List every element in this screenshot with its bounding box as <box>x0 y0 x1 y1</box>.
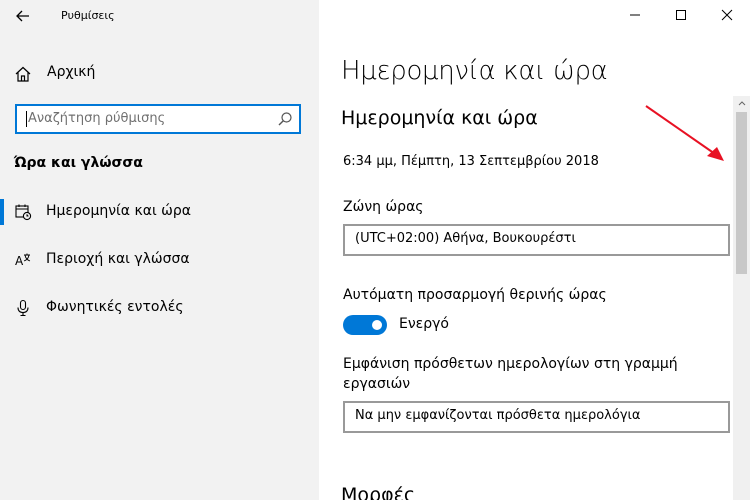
sidebar-section-title: Ώρα και γλώσσα <box>14 155 143 171</box>
sidebar-item-label: Περιοχή και γλώσσα <box>46 251 190 267</box>
toggle-knob <box>372 320 382 330</box>
back-arrow-icon <box>16 10 29 22</box>
sidebar-item-region-language[interactable]: A Περιοχή και γλώσσα <box>0 243 319 277</box>
sidebar-item-date-time[interactable]: Ημερομηνία και ώρα <box>0 195 319 229</box>
search-placeholder: Αναζήτηση ρύθμισης <box>28 111 166 126</box>
close-icon <box>721 9 733 21</box>
back-button[interactable] <box>10 4 36 28</box>
extra-calendars-label: Εμφάνιση πρόσθετων ημερολογίων στη γραμμ… <box>343 356 678 392</box>
search-input[interactable]: Αναζήτηση ρύθμισης <box>15 104 301 134</box>
annotation-arrow-icon <box>645 105 724 161</box>
window-controls <box>612 0 750 32</box>
section-title: Ημερομηνία και ώρα <box>341 107 538 129</box>
search-icon[interactable] <box>277 111 293 127</box>
titlebar-left: Ρυθμίσεις <box>0 0 319 32</box>
timezone-dropdown[interactable]: (UTC+02:00) Αθήνα, Βουκουρέστι <box>343 224 730 256</box>
sidebar-item-label: Φωνητικές εντολές <box>46 299 184 315</box>
dst-state-label: Ενεργό <box>399 316 449 332</box>
sidebar-item-speech[interactable]: Φωνητικές εντολές <box>0 291 319 325</box>
minimize-button[interactable] <box>612 0 658 30</box>
text-caret <box>26 111 27 127</box>
main-content: Ημερομηνία και ώρα Ημερομηνία και ώρα 6:… <box>319 0 750 500</box>
maximize-icon <box>676 10 686 20</box>
calendar-clock-icon <box>15 204 32 221</box>
minimize-icon <box>630 14 640 16</box>
sidebar-item-label: Ημερομηνία και ώρα <box>46 203 191 219</box>
microphone-icon <box>17 299 29 317</box>
scroll-up-button[interactable] <box>733 96 750 110</box>
extra-calendars-dropdown[interactable]: Να μην εμφανίζονται πρόσθετα ημερολόγια <box>343 401 730 433</box>
sidebar: Ρυθμίσεις Αρχική Αναζήτηση ρύθμισης Ώρα … <box>0 0 319 500</box>
page-title: Ημερομηνία και ώρα <box>341 56 608 86</box>
app-title: Ρυθμίσεις <box>61 9 115 22</box>
home-label: Αρχική <box>47 64 96 80</box>
close-button[interactable] <box>704 0 750 30</box>
home-icon <box>15 66 31 82</box>
maximize-button[interactable] <box>658 0 704 30</box>
dst-toggle[interactable] <box>343 315 387 335</box>
language-icon: A <box>15 253 31 268</box>
sidebar-item-home[interactable]: Αρχική <box>0 58 319 88</box>
current-datetime: 6:34 μμ, Πέμπτη, 13 Σεπτεμβρίου 2018 <box>343 154 599 169</box>
scroll-thumb[interactable] <box>736 112 747 274</box>
dst-label: Αυτόματη προσαρμογή θερινής ώρας <box>343 287 607 303</box>
active-indicator <box>0 199 4 225</box>
timezone-value: (UTC+02:00) Αθήνα, Βουκουρέστι <box>355 231 576 246</box>
formats-section-title: Μορφές <box>341 484 416 500</box>
chevron-up-icon <box>738 101 745 106</box>
timezone-label: Ζώνη ώρας <box>343 199 424 215</box>
extra-calendars-value: Να μην εμφανίζονται πρόσθετα ημερολόγια <box>355 408 641 423</box>
svg-text:A: A <box>15 254 24 268</box>
scrollbar[interactable] <box>733 96 750 500</box>
